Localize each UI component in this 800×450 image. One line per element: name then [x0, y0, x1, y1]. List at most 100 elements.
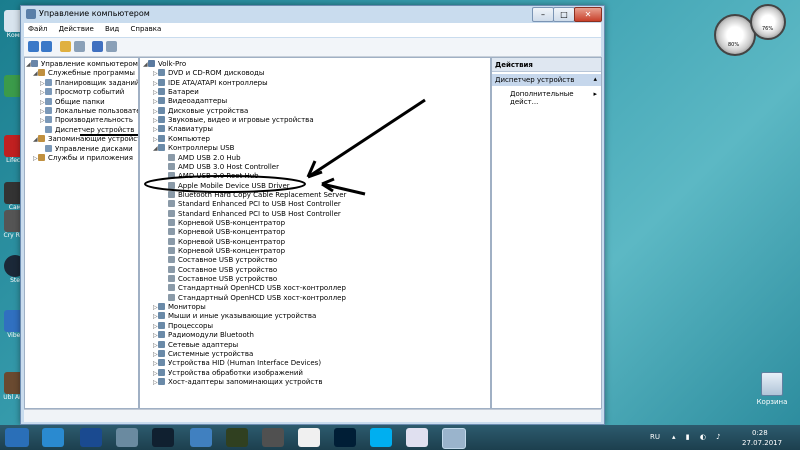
menu-file[interactable]: Файл	[28, 25, 47, 33]
toolbar	[24, 38, 601, 57]
internet-explorer-icon[interactable]	[42, 428, 64, 447]
tray-icons[interactable]: ▴ ▮ ◐ ♪	[672, 433, 732, 441]
maximize-button[interactable]: □	[553, 7, 575, 22]
tree-node-label: Просмотр событий	[55, 88, 125, 97]
media-taskbar-icon[interactable]	[152, 428, 174, 447]
tree-node[interactable]: ▷ Сетевые адаптеры	[153, 340, 239, 350]
tree-node[interactable]: ▷ Планировщик заданий	[40, 78, 139, 88]
viber-taskbar-icon[interactable]	[190, 428, 212, 447]
language-indicator[interactable]: RU	[650, 433, 660, 441]
tree-node[interactable]: Составное USB устройство	[163, 265, 277, 275]
tree-node[interactable]: ◢ Volk-Pro	[143, 60, 186, 69]
tree-node[interactable]: ▷ IDE ATA/ATAPI контроллеры	[153, 78, 268, 88]
show-tree-icon[interactable]	[74, 41, 85, 52]
tree-node[interactable]: Bluetooth Hard Copy Cable Replacement Se…	[163, 190, 346, 200]
tree-node[interactable]: ▷ Клавиатуры	[153, 125, 213, 134]
photoshop-taskbar-icon[interactable]	[334, 428, 356, 447]
tree-node[interactable]: ▷ Локальные пользовате	[40, 107, 138, 116]
more-actions-item[interactable]: Дополнительные дейст... ▸	[492, 86, 601, 106]
device-icon	[45, 78, 52, 86]
tree-node[interactable]: ▷ Общие папки	[40, 97, 105, 107]
menu-view[interactable]: Вид	[105, 25, 119, 33]
tree-node[interactable]: ▷ Батареи	[153, 88, 199, 97]
world-of-tanks-taskbar-icon[interactable]	[262, 428, 284, 447]
tree-node[interactable]: AMD USB 2.0 Hub	[163, 153, 241, 163]
yandex-browser-icon[interactable]	[298, 428, 320, 447]
tree-node[interactable]: ▷ Устройства обработки изображений	[153, 368, 303, 378]
tree-node[interactable]: ▷ Устройства HID (Human Interface Devices…	[153, 359, 321, 368]
tree-node[interactable]: Корневой USB-концентратор	[163, 247, 285, 256]
tree-node[interactable]: ▷ Компьютер	[153, 134, 210, 144]
tree-node-label: Радиомодули Bluetooth	[168, 331, 254, 340]
clock-time[interactable]: 0:28	[752, 429, 768, 437]
help-icon[interactable]	[92, 41, 103, 52]
tree-node-label: Системные устройства	[168, 349, 254, 358]
properties-icon[interactable]	[106, 41, 117, 52]
app-taskbar-icon[interactable]	[80, 428, 102, 447]
tree-node[interactable]: ◢ Служебные программы	[33, 69, 135, 78]
tree-node[interactable]: Стандартный OpenHCD USB хост-контроллер	[163, 293, 346, 303]
gauge-value: 76%	[762, 26, 774, 32]
close-button[interactable]: ✕	[574, 7, 602, 22]
tree-node[interactable]: ▷ Производительность	[40, 116, 133, 125]
forward-arrow-icon[interactable]	[41, 41, 52, 52]
menu-action[interactable]: Действие	[59, 25, 94, 33]
tree-node[interactable]: Корневой USB-концентратор	[163, 228, 285, 237]
tree-node[interactable]: ▷ Просмотр событий	[40, 88, 124, 97]
tree-node[interactable]: Standard Enhanced PCI to USB Host Contro…	[163, 209, 341, 219]
tree-node[interactable]: ▷ Видеоадаптеры	[153, 97, 227, 106]
device-icon	[158, 349, 165, 357]
tree-node[interactable]: ▷ Процессоры	[153, 321, 213, 331]
tree-node[interactable]: ▷ DVD и CD-ROM дисководы	[153, 69, 264, 78]
gta-taskbar-icon[interactable]	[226, 428, 248, 447]
tree-node-label: Видеоадаптеры	[168, 97, 228, 106]
device-manager-pane[interactable]: ◢ Volk-Pro ▷ DVD и CD-ROM дисководы ▷ IDE ATA…	[139, 57, 491, 409]
tree-node[interactable]: ▷ Хост-адаптеры запоминающих устройств	[153, 377, 322, 387]
tree-node-label: Служебные программы	[48, 69, 135, 78]
tree-node[interactable]: Стандартный OpenHCD USB хост-контроллер	[163, 284, 346, 293]
tree-node[interactable]: AMD USB 3.0 Host Controller	[163, 162, 279, 172]
minimize-button[interactable]: –	[532, 7, 554, 22]
clock-date[interactable]: 27.07.2017	[742, 439, 782, 447]
skype-taskbar-icon[interactable]	[370, 428, 392, 447]
tree-node[interactable]: ▷ Мониторы	[153, 303, 206, 312]
tree-node[interactable]: ▷ Дисковые устройства	[153, 106, 248, 116]
folder-up-icon[interactable]	[60, 41, 71, 52]
explorer-taskbar-icon[interactable]	[116, 428, 138, 447]
tree-node[interactable]: ▷ Системные устройства	[153, 349, 254, 359]
tree-node-label: Сетевые адаптеры	[168, 340, 239, 349]
tree-node-label: Составное USB устройство	[178, 256, 278, 265]
tree-node-label: Производительность	[55, 116, 133, 125]
device-icon	[168, 237, 175, 245]
title-bar[interactable]: Управление компьютером – □ ✕	[21, 6, 604, 22]
tree-node-label: Планировщик заданий	[55, 78, 139, 87]
back-arrow-icon[interactable]	[28, 41, 39, 52]
computer-management-taskbar-icon[interactable]	[442, 428, 466, 449]
collapse-arrow-icon[interactable]: ▴	[593, 75, 597, 83]
recycle-bin[interactable]: Корзина	[752, 372, 792, 406]
tree-node[interactable]: Управление дисками	[40, 144, 133, 154]
tree-node[interactable]: ◢ Контроллеры USB	[153, 144, 234, 153]
tree-node[interactable]: Составное USB устройство	[163, 256, 277, 265]
tree-node[interactable]: ◢ Запоминающие устройст	[33, 135, 138, 144]
tree-node[interactable]: ▷ Звуковые, видео и игровые устройства	[153, 116, 314, 125]
console-tree-pane[interactable]: ◢Управление компьютером (ло◢Служебные пр…	[24, 57, 139, 409]
computer-management-window[interactable]: Управление компьютером – □ ✕ Файл Действ…	[20, 5, 605, 425]
device-icon	[158, 368, 165, 376]
tree-node[interactable]: ▷ Службы и приложения	[33, 154, 133, 163]
ram-gauge-gadget[interactable]: 76%	[750, 4, 786, 40]
tree-node[interactable]: Корневой USB-концентратор	[163, 218, 285, 228]
start-windows-icon[interactable]	[5, 428, 29, 447]
tree-node[interactable]: ▷ Мыши и иные указывающие устройства	[153, 312, 316, 321]
tree-node[interactable]: Standard Enhanced PCI to USB Host Contro…	[163, 200, 341, 209]
menu-help[interactable]: Справка	[130, 25, 161, 33]
actions-selected-section[interactable]: Диспетчер устройств ▴	[492, 74, 601, 86]
tree-node[interactable]: Составное USB устройство	[163, 275, 277, 284]
tree-node[interactable]: Apple Mobile Device USB Driver	[163, 181, 290, 191]
annotation-arrow-head-1b	[307, 170, 323, 179]
tree-node[interactable]: Корневой USB-концентратор	[163, 237, 285, 247]
tree-node[interactable]: AMD USB 3.0 Root Hub	[163, 172, 259, 181]
tree-node[interactable]: ▷ Радиомодули Bluetooth	[153, 331, 254, 340]
tree-node[interactable]: ◢Управление компьютером (ло	[26, 60, 138, 69]
itunes-taskbar-icon[interactable]	[406, 428, 428, 447]
